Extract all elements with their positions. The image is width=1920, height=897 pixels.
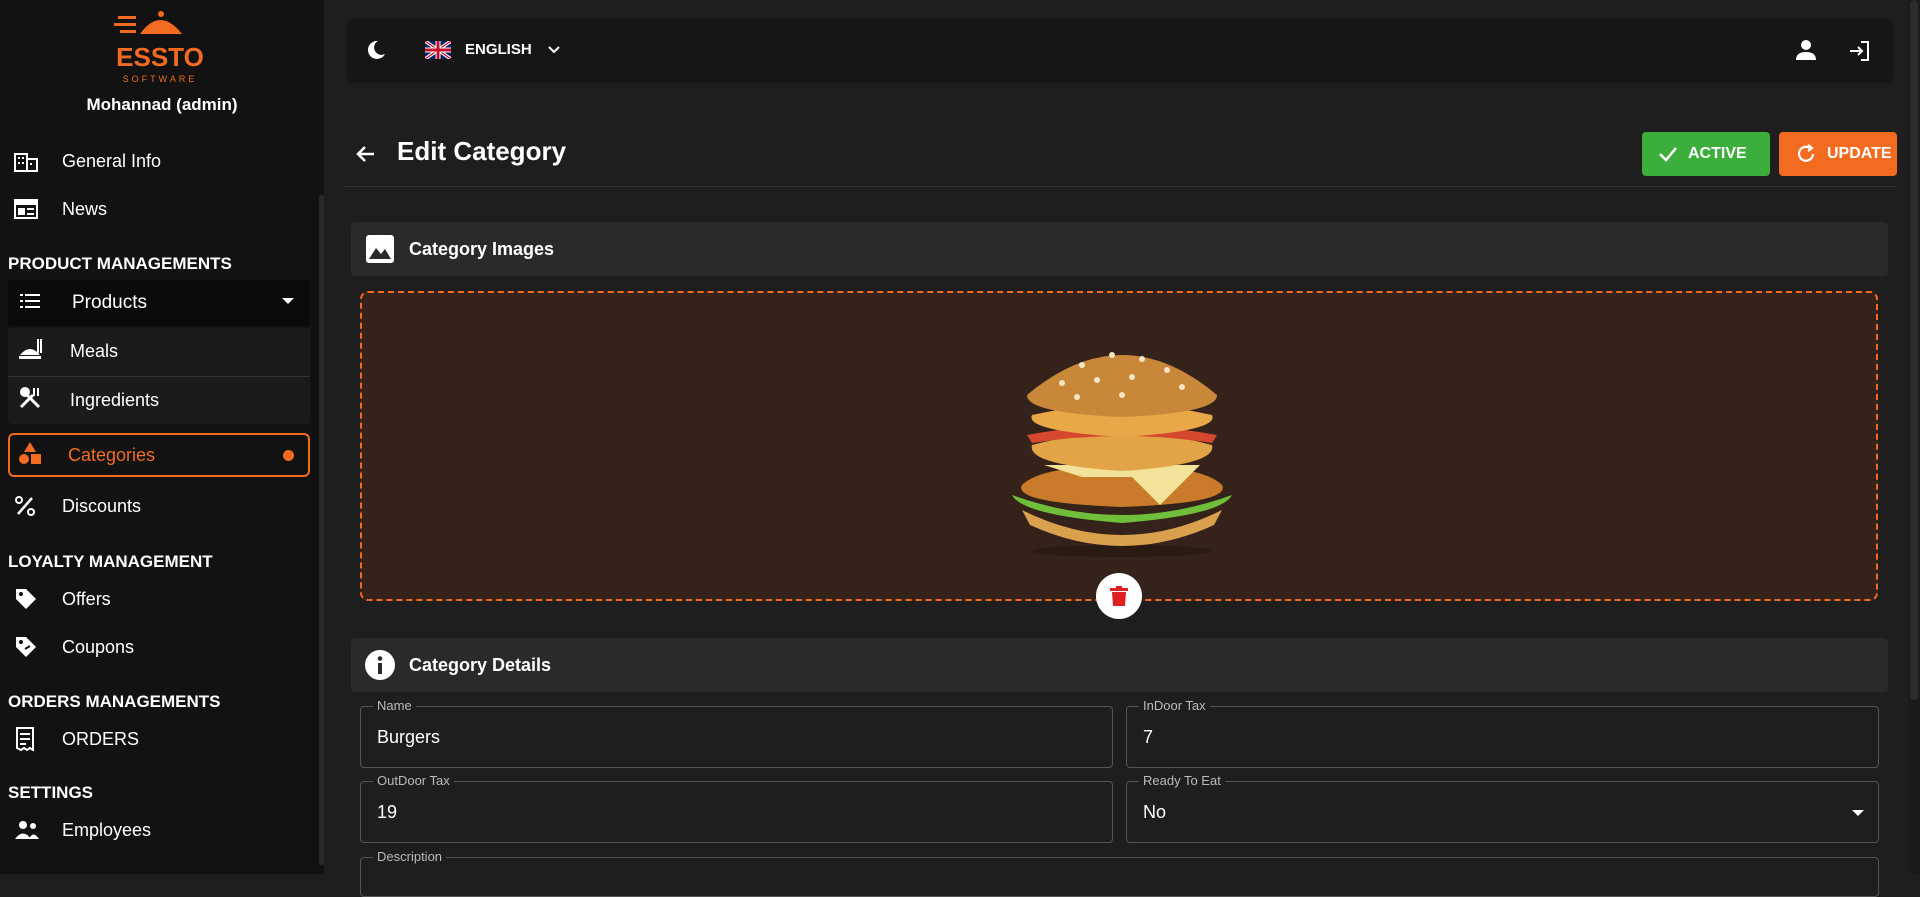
- update-button-label: UPDATE: [1827, 145, 1892, 162]
- field-label: Name: [373, 698, 416, 713]
- svg-text:ESSTO: ESSTO: [116, 42, 204, 72]
- info-icon: [365, 650, 395, 680]
- trash-icon: [1110, 586, 1128, 606]
- sidebar-item-discounts[interactable]: Discounts: [8, 484, 308, 528]
- list-icon: [8, 292, 50, 314]
- sidebar-item-general-info[interactable]: General Info: [8, 139, 308, 183]
- page-scrollbar-thumb[interactable]: [1910, 0, 1918, 700]
- products-submenu: Meals Ingredients: [8, 328, 310, 424]
- uk-flag-icon[interactable]: [425, 41, 451, 59]
- delete-image-button[interactable]: [1096, 573, 1142, 619]
- card-title: Category Details: [409, 654, 552, 675]
- sidebar-item-label: Meals: [70, 340, 119, 361]
- active-button-label: ACTIVE: [1688, 145, 1747, 162]
- sidebar: ESSTO SOFTWARE Mohannad (admin) General …: [0, 0, 324, 874]
- sidebar-item-offers[interactable]: Offers: [8, 577, 308, 621]
- percent-icon: [8, 492, 54, 520]
- page-title: Edit Category: [397, 136, 567, 166]
- user-name: Mohannad (admin): [86, 95, 238, 114]
- chevron-down-icon[interactable]: [547, 43, 561, 62]
- essto-logo: ESSTO SOFTWARE: [114, 11, 204, 84]
- sidebar-item-label: General Info: [62, 150, 162, 171]
- building-icon: [8, 147, 54, 175]
- tag-icon: [8, 633, 54, 661]
- sidebar-item-ingredients[interactable]: Ingredients: [8, 377, 310, 423]
- field-value: No: [1143, 802, 1167, 822]
- sidebar-item-label: News: [62, 198, 108, 219]
- section-orders-managements: ORDERS MANAGEMENTS: [8, 692, 221, 711]
- tags-icon: [8, 585, 54, 613]
- news-icon: [8, 195, 54, 223]
- refresh-icon: [1797, 144, 1815, 162]
- indoor-tax-field[interactable]: InDoor Tax 7: [1126, 698, 1879, 768]
- sidebar-item-label: Categories: [68, 444, 156, 465]
- language-label[interactable]: ENGLISH: [465, 41, 532, 58]
- check-icon: [1659, 147, 1677, 162]
- receipt-icon: [8, 725, 54, 753]
- outdoor-tax-field[interactable]: OutDoor Tax 19: [360, 773, 1113, 843]
- active-indicator-dot: [283, 450, 294, 461]
- categories-icon: [10, 441, 52, 470]
- sidebar-scrollbar[interactable]: [319, 195, 324, 865]
- dark-mode-toggle-icon[interactable]: [365, 39, 387, 66]
- people-icon: [8, 816, 54, 844]
- sidebar-item-coupons[interactable]: Coupons: [8, 625, 308, 669]
- sidebar-item-label: Ingredients: [70, 389, 160, 410]
- field-value[interactable]: 19: [377, 802, 397, 823]
- field-label: InDoor Tax: [1139, 698, 1210, 713]
- sidebar-item-label: Employees: [62, 819, 152, 840]
- sidebar-item-label: Coupons: [62, 636, 135, 657]
- image-icon: [365, 234, 395, 264]
- svg-text:SOFTWARE: SOFTWARE: [123, 74, 198, 84]
- field-label: Ready To Eat: [1139, 773, 1225, 788]
- sidebar-item-meals[interactable]: Meals: [8, 328, 310, 374]
- meals-icon: [8, 337, 52, 366]
- topbar: ENGLISH: [347, 19, 1893, 83]
- field-value[interactable]: 7: [1143, 727, 1153, 748]
- card-title: Category Images: [409, 238, 555, 259]
- category-image: [1012, 352, 1232, 557]
- section-product-managements: PRODUCT MANAGEMENTS: [8, 254, 232, 273]
- header-divider: [344, 186, 1897, 187]
- section-settings: SETTINGS: [8, 783, 94, 802]
- name-field[interactable]: Name Burgers: [360, 698, 1113, 768]
- sidebar-item-products[interactable]: Products: [8, 280, 310, 326]
- caret-down-icon: [282, 298, 294, 304]
- section-loyalty-management: LOYALTY MANAGEMENT: [8, 552, 213, 571]
- logout-icon[interactable]: [1847, 39, 1871, 68]
- sidebar-item-label: Offers: [62, 588, 111, 609]
- sidebar-item-orders[interactable]: ORDERS: [8, 717, 308, 761]
- category-images-header: Category Images: [351, 222, 1888, 276]
- sidebar-item-label: ORDERS: [62, 728, 140, 749]
- utensils-icon: [8, 386, 52, 415]
- sidebar-item-news[interactable]: News: [8, 187, 308, 231]
- ready-to-eat-select[interactable]: Ready To Eat No: [1126, 773, 1879, 843]
- back-arrow-icon[interactable]: [352, 140, 380, 173]
- description-field[interactable]: Description: [360, 849, 1879, 897]
- sidebar-item-label: Products: [72, 292, 147, 313]
- field-label: OutDoor Tax: [373, 773, 454, 788]
- field-value[interactable]: Burgers: [377, 727, 440, 748]
- category-details-header: Category Details: [351, 638, 1888, 692]
- active-button[interactable]: ACTIVE: [1642, 132, 1770, 176]
- image-dropzone[interactable]: [360, 291, 1878, 601]
- sidebar-item-label: Discounts: [62, 495, 142, 516]
- profile-icon[interactable]: [1795, 39, 1817, 66]
- sidebar-item-categories[interactable]: Categories: [8, 433, 310, 477]
- sidebar-item-employees[interactable]: Employees: [8, 808, 308, 852]
- field-label: Description: [373, 849, 447, 864]
- update-button[interactable]: UPDATE: [1779, 132, 1897, 176]
- dropdown-arrow-icon[interactable]: [1852, 810, 1864, 816]
